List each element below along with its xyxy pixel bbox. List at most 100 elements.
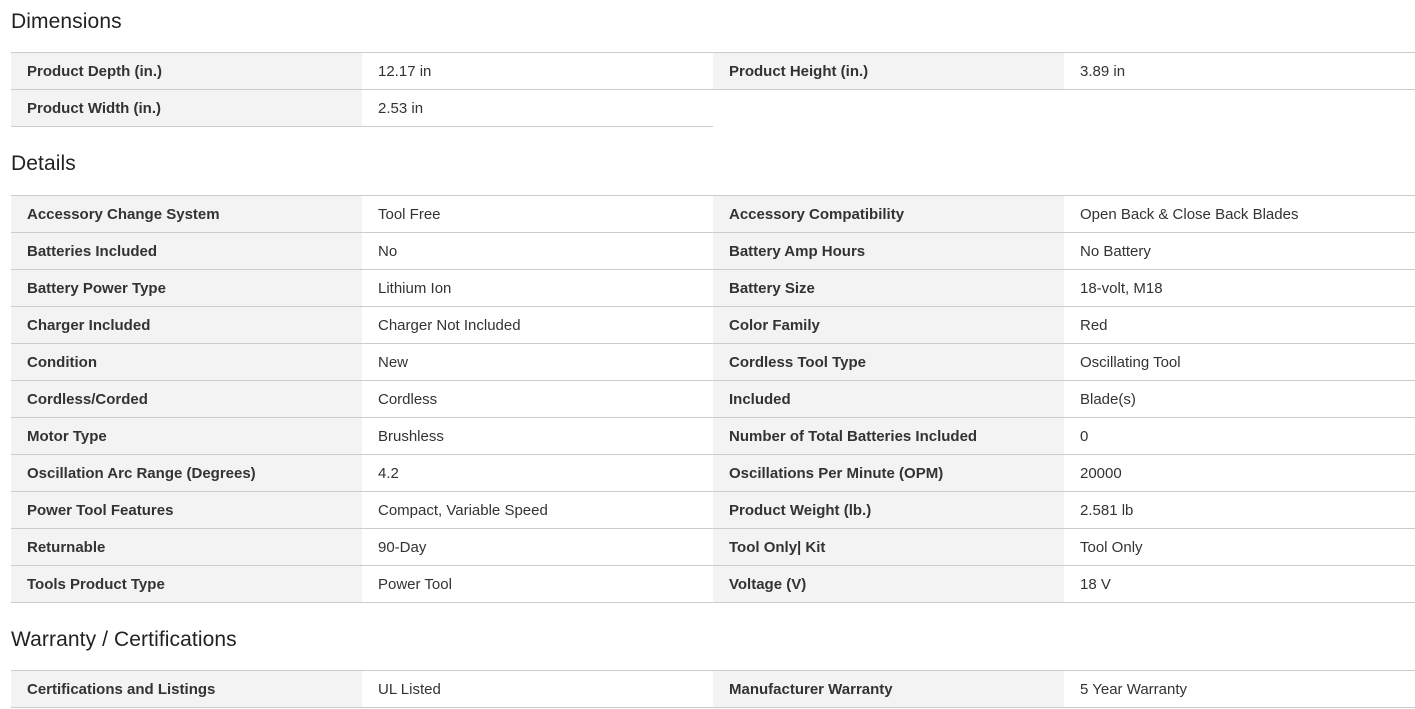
spec-label: Certifications and Listings [11, 671, 362, 707]
spec-label: Tools Product Type [11, 566, 362, 602]
spec-value: Tool Only [1064, 529, 1415, 565]
spec-item: Product Weight (lb.) 2.581 lb [713, 492, 1415, 529]
spec-row: Accessory Change System Tool Free Accessor… [11, 196, 1415, 233]
spec-item: Voltage (V) 18 V [713, 566, 1415, 603]
spec-item: Oscillation Arc Range (Degrees) 4.2 [11, 455, 713, 492]
spec-row: Product Width (in.) 2.53 in [11, 90, 1415, 127]
section-title: Details [11, 152, 76, 175]
spec-label: Product Depth (in.) [11, 53, 362, 89]
spec-label: Power Tool Features [11, 492, 362, 528]
spec-value: 20000 [1064, 455, 1415, 491]
spec-table: Product Depth (in.) 12.17 in Product Heigh… [11, 52, 1415, 127]
spec-label: Product Height (in.) [713, 53, 1064, 89]
spec-value: Compact, Variable Speed [362, 492, 713, 528]
spec-item: Tools Product Type Power Tool [11, 566, 713, 603]
spec-value: Tool Free [362, 196, 713, 232]
spec-item: Oscillations Per Minute (OPM) 20000 [713, 455, 1415, 492]
spec-label: Number of Total Batteries Included [713, 418, 1064, 454]
spec-label: Manufacturer Warranty [713, 671, 1064, 707]
spec-value: Blade(s) [1064, 381, 1415, 417]
spec-label: Battery Size [713, 270, 1064, 306]
spec-item: Accessory Compatibility Open Back & Close… [713, 196, 1415, 233]
spec-value: Lithium Ion [362, 270, 713, 306]
spec-item-empty [713, 90, 1415, 127]
spec-label: Battery Power Type [11, 270, 362, 306]
spec-label: Cordless/Corded [11, 381, 362, 417]
spec-label: Oscillations Per Minute (OPM) [713, 455, 1064, 491]
spec-value: Red [1064, 307, 1415, 343]
spec-item: Condition New [11, 344, 713, 381]
spec-label: Voltage (V) [713, 566, 1064, 602]
spec-item: Battery Size 18-volt, M18 [713, 270, 1415, 307]
spec-label: Cordless Tool Type [713, 344, 1064, 380]
spec-item: Manufacturer Warranty 5 Year Warranty [713, 671, 1415, 708]
spec-item: Product Depth (in.) 12.17 in [11, 53, 713, 90]
section-title: Dimensions [11, 10, 122, 33]
spec-label: Included [713, 381, 1064, 417]
spec-item: Certifications and Listings UL Listed [11, 671, 713, 708]
spec-row: Motor Type Brushless Number of Total Batte… [11, 418, 1415, 455]
spec-item: Charger Included Charger Not Included [11, 307, 713, 344]
spec-label: Battery Amp Hours [713, 233, 1064, 269]
spec-value: Oscillating Tool [1064, 344, 1415, 380]
spec-value: UL Listed [362, 671, 713, 707]
spec-value: 0 [1064, 418, 1415, 454]
spec-label: Motor Type [11, 418, 362, 454]
spec-row: Product Depth (in.) 12.17 in Product Heigh… [11, 53, 1415, 90]
spec-value: No Battery [1064, 233, 1415, 269]
spec-item: Battery Amp Hours No Battery [713, 233, 1415, 270]
spec-value: 12.17 in [362, 53, 713, 89]
spec-item: Product Width (in.) 2.53 in [11, 90, 713, 127]
spec-item: Product Height (in.) 3.89 in [713, 53, 1415, 90]
spec-label: Product Width (in.) [11, 90, 362, 126]
spec-row: Returnable 90-Day Tool Only| Kit Tool Only [11, 529, 1415, 566]
spec-row: Oscillation Arc Range (Degrees) 4.2 Oscill… [11, 455, 1415, 492]
spec-value: 18-volt, M18 [1064, 270, 1415, 306]
spec-value: Charger Not Included [362, 307, 713, 343]
spec-item: Number of Total Batteries Included 0 [713, 418, 1415, 455]
spec-label: Accessory Compatibility [713, 196, 1064, 232]
spec-item: Power Tool Features Compact, Variable Spe… [11, 492, 713, 529]
spec-item: Motor Type Brushless [11, 418, 713, 455]
spec-label: Returnable [11, 529, 362, 565]
spec-value: 2.53 in [362, 90, 713, 126]
spec-table: Certifications and Listings UL Listed Manu… [11, 670, 1415, 708]
spec-value: 2.581 lb [1064, 492, 1415, 528]
spec-label: Charger Included [11, 307, 362, 343]
section-title: Warranty / Certifications [11, 628, 237, 651]
spec-label: Color Family [713, 307, 1064, 343]
spec-item: Tool Only| Kit Tool Only [713, 529, 1415, 566]
spec-item: Included Blade(s) [713, 381, 1415, 418]
spec-value: No [362, 233, 713, 269]
spec-value: Brushless [362, 418, 713, 454]
spec-value: 4.2 [362, 455, 713, 491]
spec-value: Cordless [362, 381, 713, 417]
spec-item: Cordless Tool Type Oscillating Tool [713, 344, 1415, 381]
spec-value: Open Back & Close Back Blades [1064, 196, 1415, 232]
spec-value: New [362, 344, 713, 380]
spec-item: Battery Power Type Lithium Ion [11, 270, 713, 307]
spec-label: Tool Only| Kit [713, 529, 1064, 565]
spec-table: Accessory Change System Tool Free Accessor… [11, 195, 1415, 603]
spec-row: Power Tool Features Compact, Variable Spe… [11, 492, 1415, 529]
spec-item: Color Family Red [713, 307, 1415, 344]
spec-value: 90-Day [362, 529, 713, 565]
spec-item: Returnable 90-Day [11, 529, 713, 566]
spec-row: Condition New Cordless Tool Type Oscillatin… [11, 344, 1415, 381]
spec-item: Batteries Included No [11, 233, 713, 270]
spec-value: 3.89 in [1064, 53, 1415, 89]
spec-value: 5 Year Warranty [1064, 671, 1415, 707]
spec-row: Battery Power Type Lithium Ion Battery Siz… [11, 270, 1415, 307]
spec-label: Oscillation Arc Range (Degrees) [11, 455, 362, 491]
spec-value: 18 V [1064, 566, 1415, 602]
spec-label: Condition [11, 344, 362, 380]
spec-item: Cordless/Corded Cordless [11, 381, 713, 418]
spec-row: Batteries Included No Battery Amp Hours No … [11, 233, 1415, 270]
spec-row: Certifications and Listings UL Listed Manu… [11, 671, 1415, 708]
spec-row: Tools Product Type Power Tool Voltage (V) 1… [11, 566, 1415, 603]
spec-row: Charger Included Charger Not Included Colo… [11, 307, 1415, 344]
spec-label: Batteries Included [11, 233, 362, 269]
spec-row: Cordless/Corded Cordless Included Blade(s) [11, 381, 1415, 418]
spec-item: Accessory Change System Tool Free [11, 196, 713, 233]
spec-label: Accessory Change System [11, 196, 362, 232]
